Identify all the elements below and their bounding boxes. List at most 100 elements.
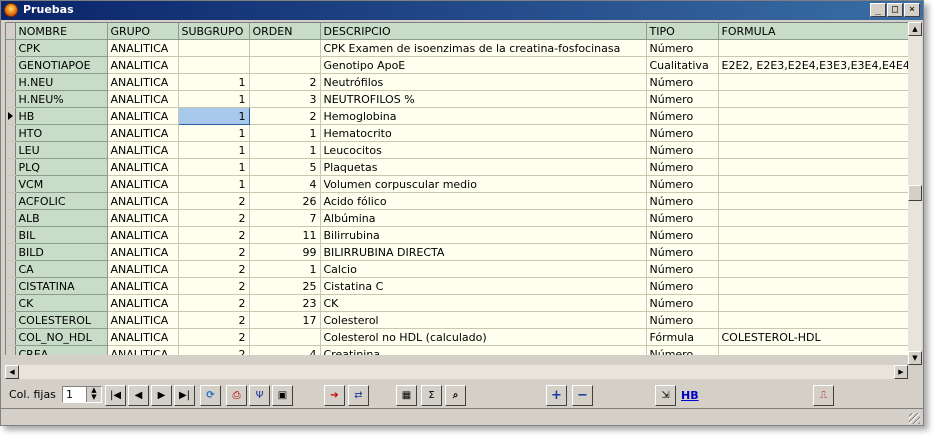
cell-descripcio[interactable]: Hematocrito bbox=[320, 124, 647, 142]
refresh-icon[interactable]: ⟳ bbox=[200, 385, 221, 406]
cell-descripcio[interactable]: Plaquetas bbox=[320, 158, 647, 176]
cell-grupo[interactable]: ANALITICA bbox=[107, 124, 179, 142]
cell-tipo[interactable]: Número bbox=[646, 141, 719, 159]
table-row[interactable]: VCM ANALITICA 1 4 Volumen corpuscular medio N… bbox=[6, 175, 909, 193]
cell-nombre[interactable]: HTO bbox=[15, 124, 108, 142]
cell-nombre[interactable]: H.NEU% bbox=[15, 90, 108, 108]
cell-subgrupo[interactable]: 1 bbox=[178, 90, 250, 108]
cell-formula[interactable] bbox=[718, 311, 909, 329]
cell-tipo[interactable]: Número bbox=[646, 175, 719, 193]
cell-descripcio[interactable]: Genotipo ApoE bbox=[320, 56, 647, 74]
cell-nombre[interactable]: LEU bbox=[15, 141, 108, 159]
cell-grupo[interactable]: ANALITICA bbox=[107, 192, 179, 210]
cell-grupo[interactable]: ANALITICA bbox=[107, 90, 179, 108]
transfer-icon[interactable]: ⇄ bbox=[348, 385, 369, 406]
cell-subgrupo[interactable] bbox=[178, 56, 250, 74]
cell-subgrupo[interactable]: 1 bbox=[178, 124, 250, 142]
row-indicator[interactable] bbox=[6, 175, 16, 193]
column-header-subgrupo[interactable]: SUBGRUPO bbox=[178, 23, 250, 40]
scroll-thumb[interactable] bbox=[908, 185, 922, 201]
maximize-button[interactable]: □ bbox=[887, 3, 903, 17]
cell-nombre[interactable]: H.NEU bbox=[15, 73, 108, 91]
cell-nombre[interactable]: HB bbox=[15, 107, 108, 125]
print-icon[interactable]: ⎙ bbox=[226, 385, 247, 406]
cell-subgrupo[interactable]: 2 bbox=[178, 209, 250, 227]
table-row[interactable]: H.NEU ANALITICA 1 2 Neutrófilos Número bbox=[6, 73, 909, 91]
cell-tipo[interactable]: Número bbox=[646, 192, 719, 210]
column-header-formula[interactable]: FORMULA bbox=[718, 23, 909, 40]
vertical-scrollbar[interactable]: ▲ ▼ bbox=[908, 22, 922, 365]
resize-grip-icon[interactable] bbox=[909, 413, 920, 424]
row-indicator[interactable] bbox=[6, 158, 16, 176]
cell-descripcio[interactable]: Colesterol bbox=[320, 311, 647, 329]
row-indicator[interactable] bbox=[6, 260, 16, 278]
cell-descripcio[interactable]: CK bbox=[320, 294, 647, 312]
column-header-grupo[interactable]: GRUPO bbox=[107, 23, 179, 40]
sum-icon[interactable]: Σ bbox=[421, 385, 442, 406]
table-row[interactable]: CPK ANALITICA CPK Examen de isoenzimas de … bbox=[6, 39, 909, 57]
row-indicator[interactable] bbox=[6, 311, 16, 329]
cell-grupo[interactable]: ANALITICA bbox=[107, 345, 179, 355]
cell-nombre[interactable]: GENOTIAPOE bbox=[15, 56, 108, 74]
cell-formula[interactable] bbox=[718, 124, 909, 142]
remove-record-button[interactable]: − bbox=[572, 385, 593, 406]
row-indicator[interactable] bbox=[6, 90, 16, 108]
cell-subgrupo[interactable]: 1 bbox=[177, 107, 250, 125]
cell-formula[interactable] bbox=[718, 192, 909, 210]
cell-orden[interactable]: 4 bbox=[249, 175, 321, 193]
cell-orden[interactable] bbox=[249, 39, 321, 57]
column-header-descripcio[interactable]: DESCRIPCIO bbox=[320, 23, 647, 40]
cell-orden[interactable]: 11 bbox=[249, 226, 321, 244]
cell-descripcio[interactable]: Neutrófilos bbox=[320, 73, 647, 91]
cell-grupo[interactable]: ANALITICA bbox=[107, 226, 179, 244]
cell-formula[interactable] bbox=[718, 107, 909, 125]
cell-tipo[interactable]: Número bbox=[646, 209, 719, 227]
cell-formula[interactable] bbox=[718, 90, 909, 108]
find-icon[interactable]: ⌕ bbox=[445, 385, 466, 406]
cell-orden[interactable]: 99 bbox=[249, 243, 321, 261]
cell-tipo[interactable]: Cualitativa bbox=[646, 56, 719, 74]
cell-grupo[interactable]: ANALITICA bbox=[107, 175, 179, 193]
cell-grupo[interactable]: ANALITICA bbox=[107, 158, 179, 176]
cell-descripcio[interactable]: Acido fólico bbox=[320, 192, 647, 210]
row-indicator[interactable] bbox=[6, 39, 16, 57]
horizontal-scrollbar[interactable]: ◀ ▶ bbox=[5, 365, 908, 379]
cell-subgrupo[interactable]: 2 bbox=[178, 328, 250, 346]
cell-subgrupo[interactable]: 1 bbox=[178, 158, 250, 176]
cell-formula[interactable] bbox=[718, 243, 909, 261]
table-row[interactable]: CK ANALITICA 2 23 CK Número bbox=[6, 294, 909, 312]
prev-record-button[interactable]: ◀ bbox=[128, 385, 149, 406]
scroll-left-button[interactable]: ◀ bbox=[5, 365, 19, 379]
cell-orden[interactable]: 3 bbox=[249, 90, 321, 108]
cell-formula[interactable]: E2E2, E2E3,E2E4,E3E3,E3E4,E4E4 bbox=[718, 56, 909, 74]
cell-nombre[interactable]: CISTATINA bbox=[15, 277, 108, 295]
row-indicator[interactable] bbox=[6, 345, 16, 355]
cell-subgrupo[interactable]: 2 bbox=[178, 311, 250, 329]
cell-tipo[interactable]: Número bbox=[646, 124, 719, 142]
row-indicator[interactable] bbox=[6, 328, 16, 346]
title-bar[interactable]: Pruebas _ □ × bbox=[1, 1, 923, 20]
cell-formula[interactable] bbox=[718, 277, 909, 295]
close-button[interactable]: × bbox=[904, 3, 920, 17]
cell-descripcio[interactable]: Colesterol no HDL (calculado) bbox=[320, 328, 647, 346]
cell-formula[interactable] bbox=[718, 209, 909, 227]
table-row[interactable]: H.NEU% ANALITICA 1 3 NEUTROFILOS % Número bbox=[6, 90, 909, 108]
cell-subgrupo[interactable]: 2 bbox=[178, 226, 250, 244]
cell-subgrupo[interactable]: 2 bbox=[178, 243, 250, 261]
table-row[interactable]: ALB ANALITICA 2 7 Albúmina Número bbox=[6, 209, 909, 227]
cell-formula[interactable]: COLESTEROL-HDL bbox=[718, 328, 909, 346]
cell-formula[interactable] bbox=[718, 226, 909, 244]
exit-door-icon[interactable]: ⎍ bbox=[813, 385, 834, 406]
cell-formula[interactable] bbox=[718, 345, 909, 355]
cell-formula[interactable] bbox=[718, 175, 909, 193]
cell-formula[interactable] bbox=[718, 39, 909, 57]
cell-nombre[interactable]: COLESTEROL bbox=[15, 311, 108, 329]
table-row[interactable]: HB ANALITICA 1 2 Hemoglobina Número bbox=[6, 107, 909, 125]
column-header-nombre[interactable]: NOMBRE bbox=[15, 23, 108, 40]
row-indicator[interactable] bbox=[6, 56, 16, 74]
cell-tipo[interactable]: Número bbox=[646, 226, 719, 244]
scroll-up-button[interactable]: ▲ bbox=[908, 22, 922, 36]
cell-orden[interactable]: 1 bbox=[249, 141, 321, 159]
cell-descripcio[interactable]: Creatinina bbox=[320, 345, 647, 355]
cell-descripcio[interactable]: Albúmina bbox=[320, 209, 647, 227]
